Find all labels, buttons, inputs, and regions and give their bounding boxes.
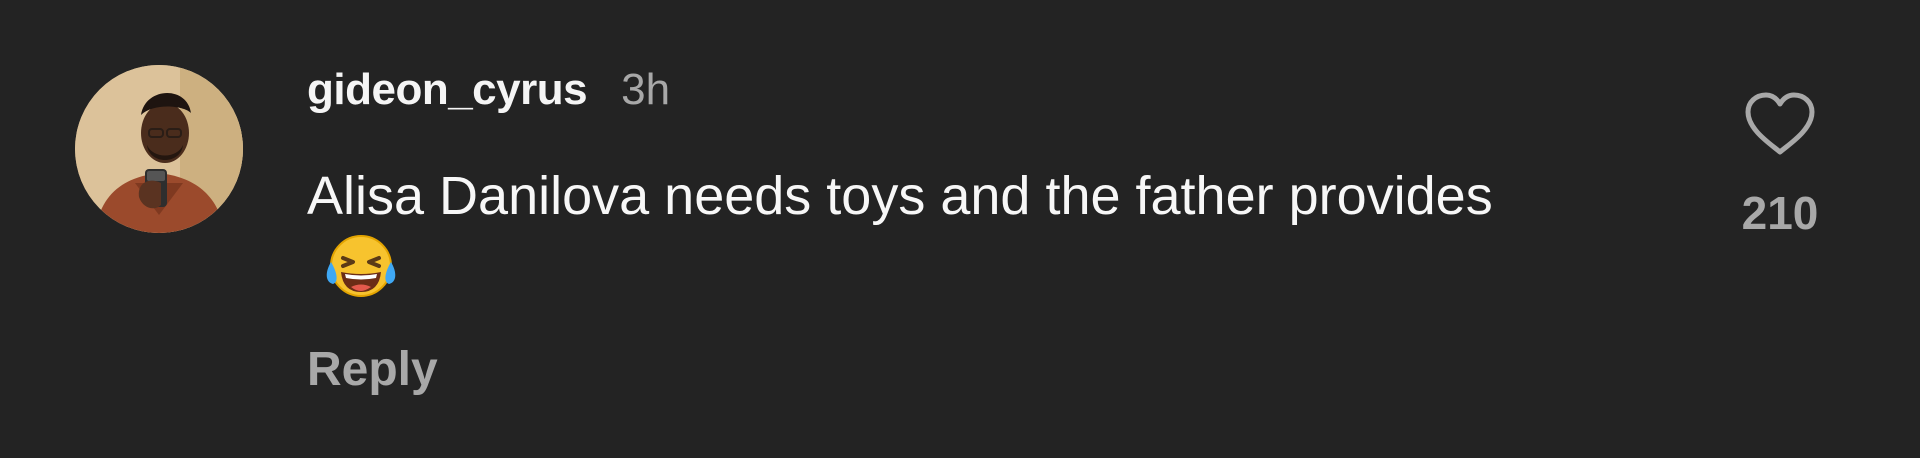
like-count: 210 — [1741, 187, 1819, 239]
username[interactable]: gideon_cyrus — [307, 65, 588, 115]
heart-outline-icon[interactable] — [1742, 90, 1818, 158]
laughing-emoji-icon — [323, 232, 399, 300]
comment-item: gideon_cyrus 3h Alisa Danilova needs toy… — [0, 0, 1920, 458]
comment-text: Alisa Danilova needs toys and the father… — [307, 166, 1493, 226]
avatar-image — [75, 65, 243, 233]
reply-button[interactable]: Reply — [307, 342, 438, 397]
comment-body: Alisa Danilova needs toys and the father… — [307, 160, 1507, 306]
comment-header: gideon_cyrus 3h — [307, 64, 670, 116]
avatar[interactable] — [75, 65, 243, 233]
comment-timestamp: 3h — [621, 65, 671, 114]
like-section: 210 — [1730, 90, 1830, 240]
